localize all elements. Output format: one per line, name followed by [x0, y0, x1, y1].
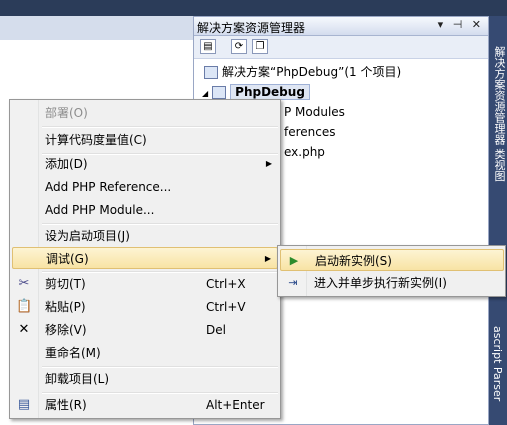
menu-item-add[interactable]: 添加(D) ▶ [12, 153, 278, 175]
solution-icon [204, 66, 218, 79]
menu-item-paste[interactable]: 📋 粘贴(P) Ctrl+V [12, 296, 278, 318]
php-project-icon [212, 86, 227, 99]
menu-item-label: 移除(V) [45, 323, 87, 337]
menu-separator [42, 126, 278, 128]
menu-item-unload-project[interactable]: 卸载项目(L) [12, 368, 278, 390]
solution-label: 解决方案“PhpDebug”(1 个项目) [222, 65, 402, 79]
menu-item-label: 添加(D) [45, 157, 88, 171]
dock-tab-solution-explorer[interactable]: 解决方案资源管理器 类视图 [491, 46, 507, 182]
editor-tab-bar [0, 16, 193, 41]
properties-toolbar-icon[interactable]: ▤ [200, 39, 216, 54]
right-dock-strip: 解决方案资源管理器 类视图 ascript Parser [489, 16, 507, 425]
show-all-files-icon[interactable]: ❐ [252, 39, 268, 54]
tree-item-index-php[interactable]: ex.php [284, 143, 325, 161]
solution-explorer-title: 解决方案资源管理器 [197, 21, 306, 35]
menu-item-label: 设为启动项目(J) [45, 229, 130, 243]
step-into-icon: ⇥ [288, 276, 298, 289]
submenu-item-start-new-instance[interactable]: ▶ 启动新实例(S) [280, 249, 504, 271]
expand-arrow-icon[interactable]: ◢ [202, 89, 208, 98]
play-icon: ▶ [289, 254, 299, 267]
menu-item-add-php-reference[interactable]: Add PHP Reference... [12, 176, 278, 198]
menu-item-shortcut: Ctrl+V [206, 300, 246, 314]
submenu-arrow-icon: ▶ [264, 254, 271, 263]
menu-item-label: 重命名(M) [45, 346, 101, 360]
menu-item-label: 调试(G) [46, 252, 89, 266]
menu-item-label: Add PHP Module... [45, 203, 155, 217]
tree-item-modules[interactable]: P Modules [284, 103, 345, 121]
dock-tab-javascript-parser[interactable]: ascript Parser [491, 326, 504, 401]
menu-item-deploy: 部署(O) [12, 102, 278, 124]
solution-node[interactable]: 解决方案“PhpDebug”(1 个项目) [204, 63, 401, 81]
refresh-toolbar-icon[interactable]: ⟳ [231, 39, 247, 54]
menu-item-label: 粘贴(P) [45, 300, 86, 314]
menu-item-add-php-module[interactable]: Add PHP Module... [12, 199, 278, 221]
menu-item-remove[interactable]: ✕ 移除(V) Del [12, 319, 278, 341]
menu-item-calculate-metrics[interactable]: 计算代码度量值(C) [12, 129, 278, 151]
menu-item-shortcut: Del [206, 323, 226, 337]
submenu-arrow-icon: ▶ [265, 159, 272, 168]
tree-item-references[interactable]: ferences [284, 123, 336, 141]
properties-icon: ▤ [17, 397, 31, 412]
menu-item-shortcut: Ctrl+X [206, 277, 246, 291]
project-label: PhpDebug [230, 84, 310, 100]
menu-item-cut[interactable]: ✂ 剪切(T) Ctrl+X [12, 273, 278, 295]
menu-item-label: 卸载项目(L) [45, 372, 110, 386]
project-context-menu: 部署(O) 计算代码度量值(C) 添加(D) ▶ Add PHP Referen… [9, 99, 281, 419]
menu-item-label: 启动新实例(S) [315, 254, 392, 268]
menu-item-properties[interactable]: ▤ 属性(R) Alt+Enter [12, 394, 278, 416]
menu-item-label: 部署(O) [45, 106, 88, 120]
remove-icon: ✕ [18, 322, 30, 337]
solution-explorer-titlebar: 解决方案资源管理器 ▾ ⊣ ✕ [194, 17, 488, 36]
debug-submenu: ▶ 启动新实例(S) ⇥ 进入并单步执行新实例(I) [277, 245, 506, 297]
menu-item-label: 计算代码度量值(C) [45, 133, 147, 147]
menu-item-debug[interactable]: 调试(G) ▶ [12, 247, 278, 269]
menu-item-label: 属性(R) [45, 398, 87, 412]
pane-window-buttons[interactable]: ▾ ⊣ ✕ [438, 18, 484, 31]
paste-icon: 📋 [16, 299, 33, 314]
menu-item-rename[interactable]: 重命名(M) [12, 342, 278, 364]
menu-item-label: Add PHP Reference... [45, 180, 172, 194]
ide-top-band [0, 0, 507, 16]
solution-explorer-toolbar: ▤ ⟳ ❐ [194, 36, 488, 59]
menu-item-label: 剪切(T) [45, 277, 86, 291]
submenu-item-step-into-new-instance[interactable]: ⇥ 进入并单步执行新实例(I) [280, 272, 504, 294]
menu-item-shortcut: Alt+Enter [206, 398, 265, 412]
scissors-icon: ✂ [18, 276, 30, 291]
menu-item-label: 进入并单步执行新实例(I) [314, 276, 447, 290]
menu-item-set-startup[interactable]: 设为启动项目(J) [12, 225, 278, 247]
